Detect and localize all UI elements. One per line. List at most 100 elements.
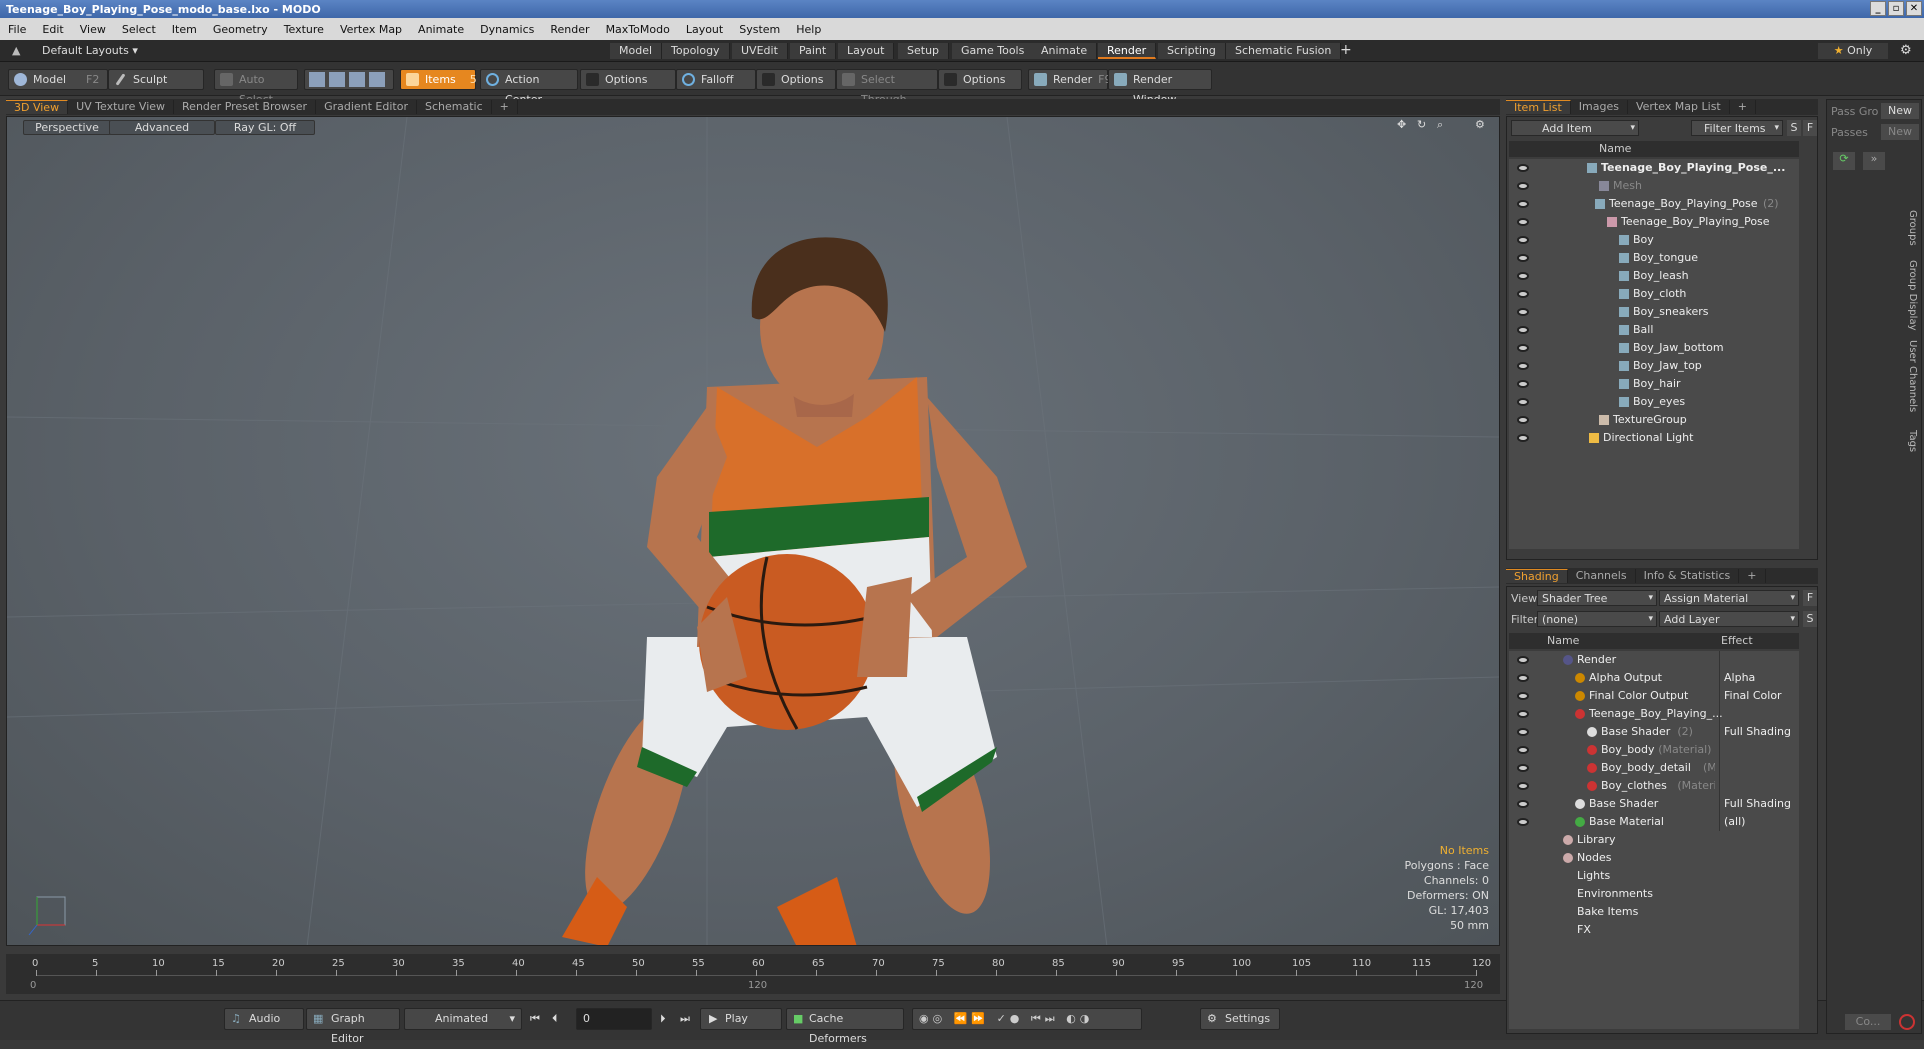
- new-pass-button[interactable]: New: [1881, 124, 1919, 140]
- restore-button[interactable]: ▫: [1888, 1, 1904, 16]
- shader-row[interactable]: Base Shader Full Shading: [1509, 795, 1799, 813]
- material-mode-icon[interactable]: [369, 72, 385, 87]
- audio-button[interactable]: ♫ Audio: [224, 1008, 304, 1030]
- go-to-start-icon[interactable]: ⏮: [530, 1012, 540, 1026]
- eye-icon[interactable]: [1517, 710, 1529, 718]
- tab-images[interactable]: Images: [1571, 100, 1628, 114]
- filter-f-button[interactable]: F: [1803, 120, 1817, 136]
- vtab-tags[interactable]: Tags: [1907, 430, 1918, 452]
- tab-info-statistics[interactable]: Info & Statistics: [1636, 569, 1740, 583]
- cache-deformers-button[interactable]: ■ Cache Deformers: [786, 1008, 904, 1045]
- effect-dropdown[interactable]: Alpha: [1719, 669, 1799, 687]
- item-row[interactable]: Boy_hair: [1509, 375, 1799, 393]
- tab-shading[interactable]: Shading: [1506, 569, 1568, 583]
- eye-icon[interactable]: [1517, 326, 1529, 334]
- sculpt-button[interactable]: Sculpt: [108, 69, 204, 90]
- item-row[interactable]: Boy_tongue: [1509, 249, 1799, 267]
- item-row[interactable]: Mesh: [1509, 177, 1799, 195]
- tab-schematic[interactable]: Schematic: [417, 100, 492, 114]
- new-pass-group-button[interactable]: New: [1881, 103, 1919, 119]
- falloff-button[interactable]: Falloff: [676, 69, 756, 90]
- play-button[interactable]: ▶ Play: [700, 1008, 782, 1030]
- effect-dropdown[interactable]: [1719, 741, 1799, 759]
- item-row[interactable]: Teenage_Boy_Playing_Pose (2): [1509, 195, 1799, 213]
- eye-icon[interactable]: [1517, 656, 1529, 664]
- add-shading-tab[interactable]: +: [1739, 569, 1766, 583]
- eye-icon[interactable]: [1517, 308, 1529, 316]
- s-button[interactable]: S: [1803, 611, 1817, 627]
- tab-scripting[interactable]: Scripting: [1158, 43, 1226, 59]
- eye-icon[interactable]: [1517, 674, 1529, 682]
- render-button[interactable]: Render F9: [1028, 69, 1112, 90]
- menu-view[interactable]: View: [72, 23, 114, 36]
- gear-icon[interactable]: ⚙: [1900, 43, 1912, 58]
- eye-icon[interactable]: [1517, 272, 1529, 280]
- render-window-button[interactable]: Render Window: [1108, 69, 1212, 106]
- shader-row[interactable]: Bake Items: [1509, 903, 1799, 921]
- eye-icon[interactable]: [1517, 728, 1529, 736]
- item-row[interactable]: Boy_cloth: [1509, 285, 1799, 303]
- options-button-3[interactable]: Options: [938, 69, 1022, 90]
- add-viewport-tab-button[interactable]: +: [492, 100, 518, 114]
- eye-icon[interactable]: [1517, 218, 1529, 226]
- shader-row[interactable]: Environments: [1509, 885, 1799, 903]
- shader-row[interactable]: Render: [1509, 651, 1799, 669]
- eye-icon[interactable]: [1517, 380, 1529, 388]
- tab-item-list[interactable]: Item List: [1506, 100, 1571, 114]
- vtab-groups[interactable]: Groups: [1907, 210, 1918, 246]
- view-dropdown[interactable]: Shader Tree: [1537, 590, 1657, 606]
- edge-mode-icon[interactable]: [329, 72, 345, 87]
- tab-topology[interactable]: Topology: [662, 43, 730, 59]
- effect-dropdown[interactable]: Full Shading: [1719, 723, 1799, 741]
- item-row[interactable]: Boy: [1509, 231, 1799, 249]
- effect-dropdown[interactable]: [1719, 777, 1799, 795]
- name-column-header[interactable]: Name: [1599, 142, 1631, 155]
- item-row[interactable]: Boy_eyes: [1509, 393, 1799, 411]
- tab-model[interactable]: Model: [610, 43, 663, 59]
- graph-editor-button[interactable]: ▦ Graph Editor: [306, 1008, 400, 1045]
- eye-icon[interactable]: [1517, 398, 1529, 406]
- name-header[interactable]: Name: [1547, 634, 1579, 647]
- action-center-button[interactable]: Action Center: [480, 69, 578, 106]
- step-forward-icon[interactable]: ⏵: [660, 1012, 666, 1026]
- effect-dropdown[interactable]: [1719, 651, 1799, 669]
- menu-render[interactable]: Render: [542, 23, 597, 36]
- menu-system[interactable]: System: [731, 23, 788, 36]
- eye-icon[interactable]: [1517, 434, 1529, 442]
- eye-icon[interactable]: [1517, 200, 1529, 208]
- add-item-dropdown[interactable]: Add Item: [1511, 120, 1639, 136]
- eye-icon[interactable]: [1517, 164, 1529, 172]
- co-button[interactable]: Co...: [1845, 1014, 1891, 1030]
- shader-row[interactable]: Final Color Output Final Color: [1509, 687, 1799, 705]
- eye-icon[interactable]: [1517, 764, 1529, 772]
- eye-icon[interactable]: [1517, 290, 1529, 298]
- shader-row[interactable]: Boy_body (Material): [1509, 741, 1799, 759]
- menu-animate[interactable]: Animate: [410, 23, 472, 36]
- menu-texture[interactable]: Texture: [276, 23, 332, 36]
- tab-render[interactable]: Render: [1098, 43, 1157, 59]
- tab-schematic-fusion[interactable]: Schematic Fusion: [1226, 43, 1342, 59]
- tab-vertex-map-list[interactable]: Vertex Map List: [1628, 100, 1730, 114]
- tab-gradient-editor[interactable]: Gradient Editor: [316, 100, 417, 114]
- 3d-viewport[interactable]: Perspective Advanced Ray GL: Off ✥ ↻ ⌕ ⚙: [6, 116, 1500, 946]
- eye-icon[interactable]: [1517, 344, 1529, 352]
- item-row[interactable]: TextureGroup: [1509, 411, 1799, 429]
- record-icon[interactable]: [1899, 1014, 1915, 1030]
- tab-3d-view[interactable]: 3D View: [6, 100, 69, 114]
- shader-row[interactable]: Library: [1509, 831, 1799, 849]
- item-row[interactable]: Teenage_Boy_Playing_Pose_...: [1509, 159, 1799, 177]
- eye-icon[interactable]: [1517, 362, 1529, 370]
- tab-layout[interactable]: Layout: [838, 43, 895, 59]
- eye-icon[interactable]: [1517, 818, 1529, 826]
- add-tab-button[interactable]: +: [1340, 42, 1352, 58]
- item-row[interactable]: Boy_leash: [1509, 267, 1799, 285]
- menu-select[interactable]: Select: [114, 23, 164, 36]
- tab-animate[interactable]: Animate: [1032, 43, 1098, 59]
- shader-row[interactable]: Base Material (all): [1509, 813, 1799, 831]
- tab-render-preset-browser[interactable]: Render Preset Browser: [174, 100, 317, 114]
- filter-items-field[interactable]: Filter Items: [1691, 120, 1783, 136]
- items-button[interactable]: Items 5: [400, 69, 477, 90]
- menu-edit[interactable]: Edit: [34, 23, 71, 36]
- menu-dynamics[interactable]: Dynamics: [472, 23, 542, 36]
- menu-layout[interactable]: Layout: [678, 23, 731, 36]
